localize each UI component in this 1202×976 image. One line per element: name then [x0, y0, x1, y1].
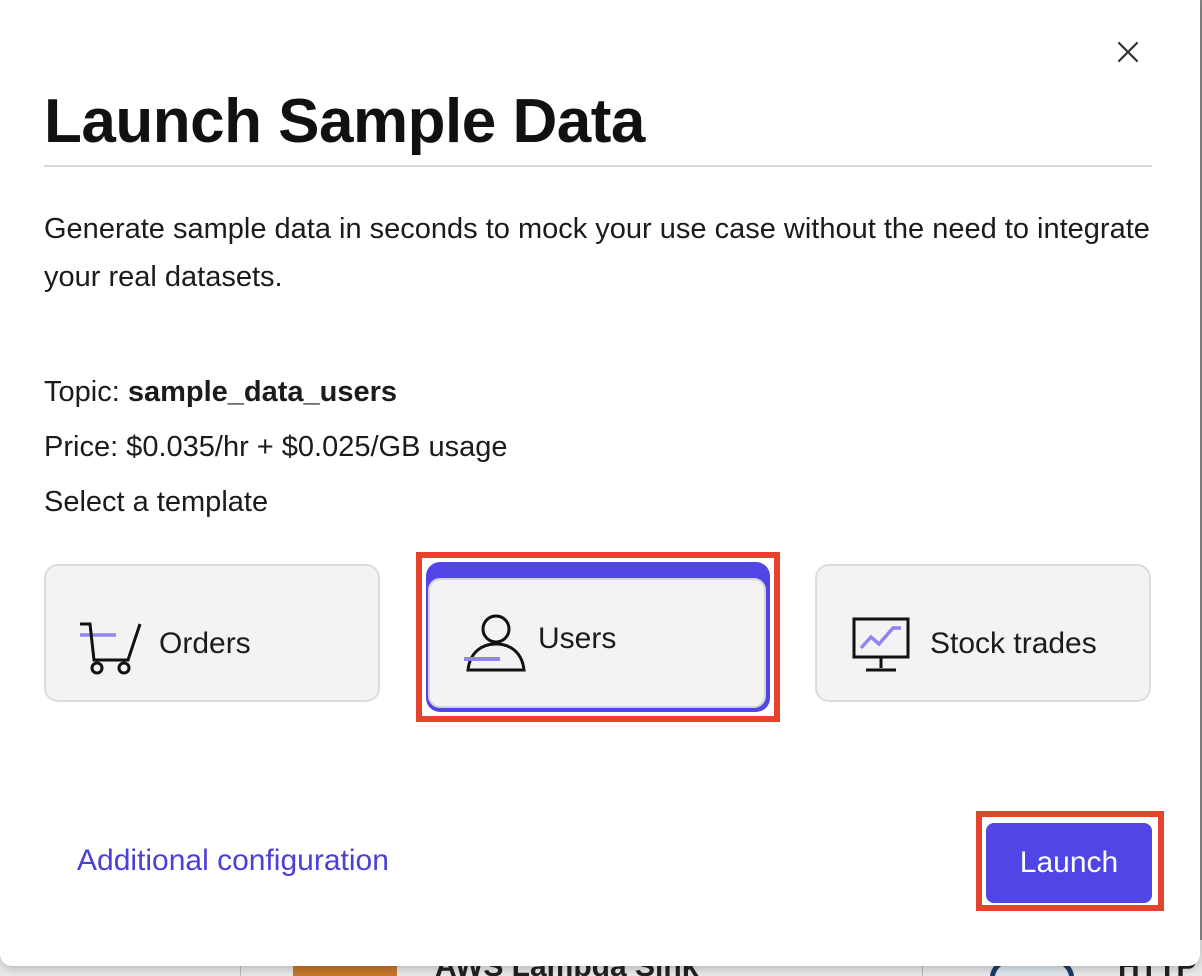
template-card-stock-trades[interactable]: Stock trades [815, 564, 1151, 702]
launch-sample-data-dialog: Launch Sample Data Generate sample data … [0, 0, 1200, 966]
template-label: Users [538, 622, 617, 655]
stock-monitor-icon [852, 617, 910, 672]
template-card-orders[interactable]: Orders [44, 564, 380, 702]
launch-button[interactable]: Launch [986, 823, 1152, 903]
topic-label: Topic: [44, 376, 128, 408]
user-icon [464, 614, 526, 672]
select-template-heading: Select a template [44, 486, 269, 518]
dialog-description: Generate sample data in seconds to mock … [44, 213, 1150, 293]
close-button[interactable] [1110, 34, 1146, 70]
template-label: Orders [159, 627, 251, 660]
topic-value: sample_data_users [127, 376, 398, 408]
template-label: Stock trades [930, 627, 1097, 660]
template-card-users-body: Users [428, 578, 766, 708]
template-card-users[interactable]: Users [426, 562, 770, 712]
shopping-cart-icon [80, 622, 142, 675]
dialog-title: Launch Sample Data [44, 87, 645, 156]
additional-configuration-link[interactable]: Additional configuration [77, 844, 389, 878]
topic-line: Topic: sample_data_users [44, 376, 397, 409]
title-divider [44, 165, 1152, 167]
close-icon [1117, 41, 1139, 63]
price-line: Price: $0.035/hr + $0.025/GB usage [44, 431, 508, 463]
